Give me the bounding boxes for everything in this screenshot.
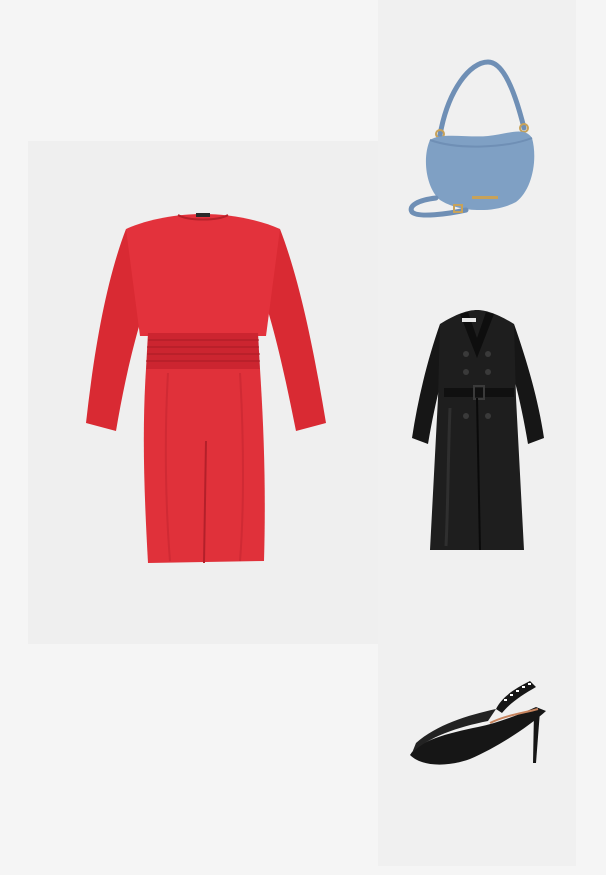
black-trench-coat-image (412, 310, 544, 551)
product-tile-shoe[interactable]: Black slingback pump (378, 577, 576, 866)
product-tile-coat[interactable]: Black trench coat (378, 288, 576, 577)
black-slingback-heel-image (410, 681, 546, 765)
outfit-board: Red long-sleeve dress (0, 0, 606, 875)
product-tile-bag[interactable]: Light blue shoulder bag (378, 0, 576, 288)
red-dress-image (86, 213, 326, 564)
product-tile-dress[interactable]: Red long-sleeve dress (28, 141, 378, 644)
blue-handbag-image (408, 59, 535, 218)
